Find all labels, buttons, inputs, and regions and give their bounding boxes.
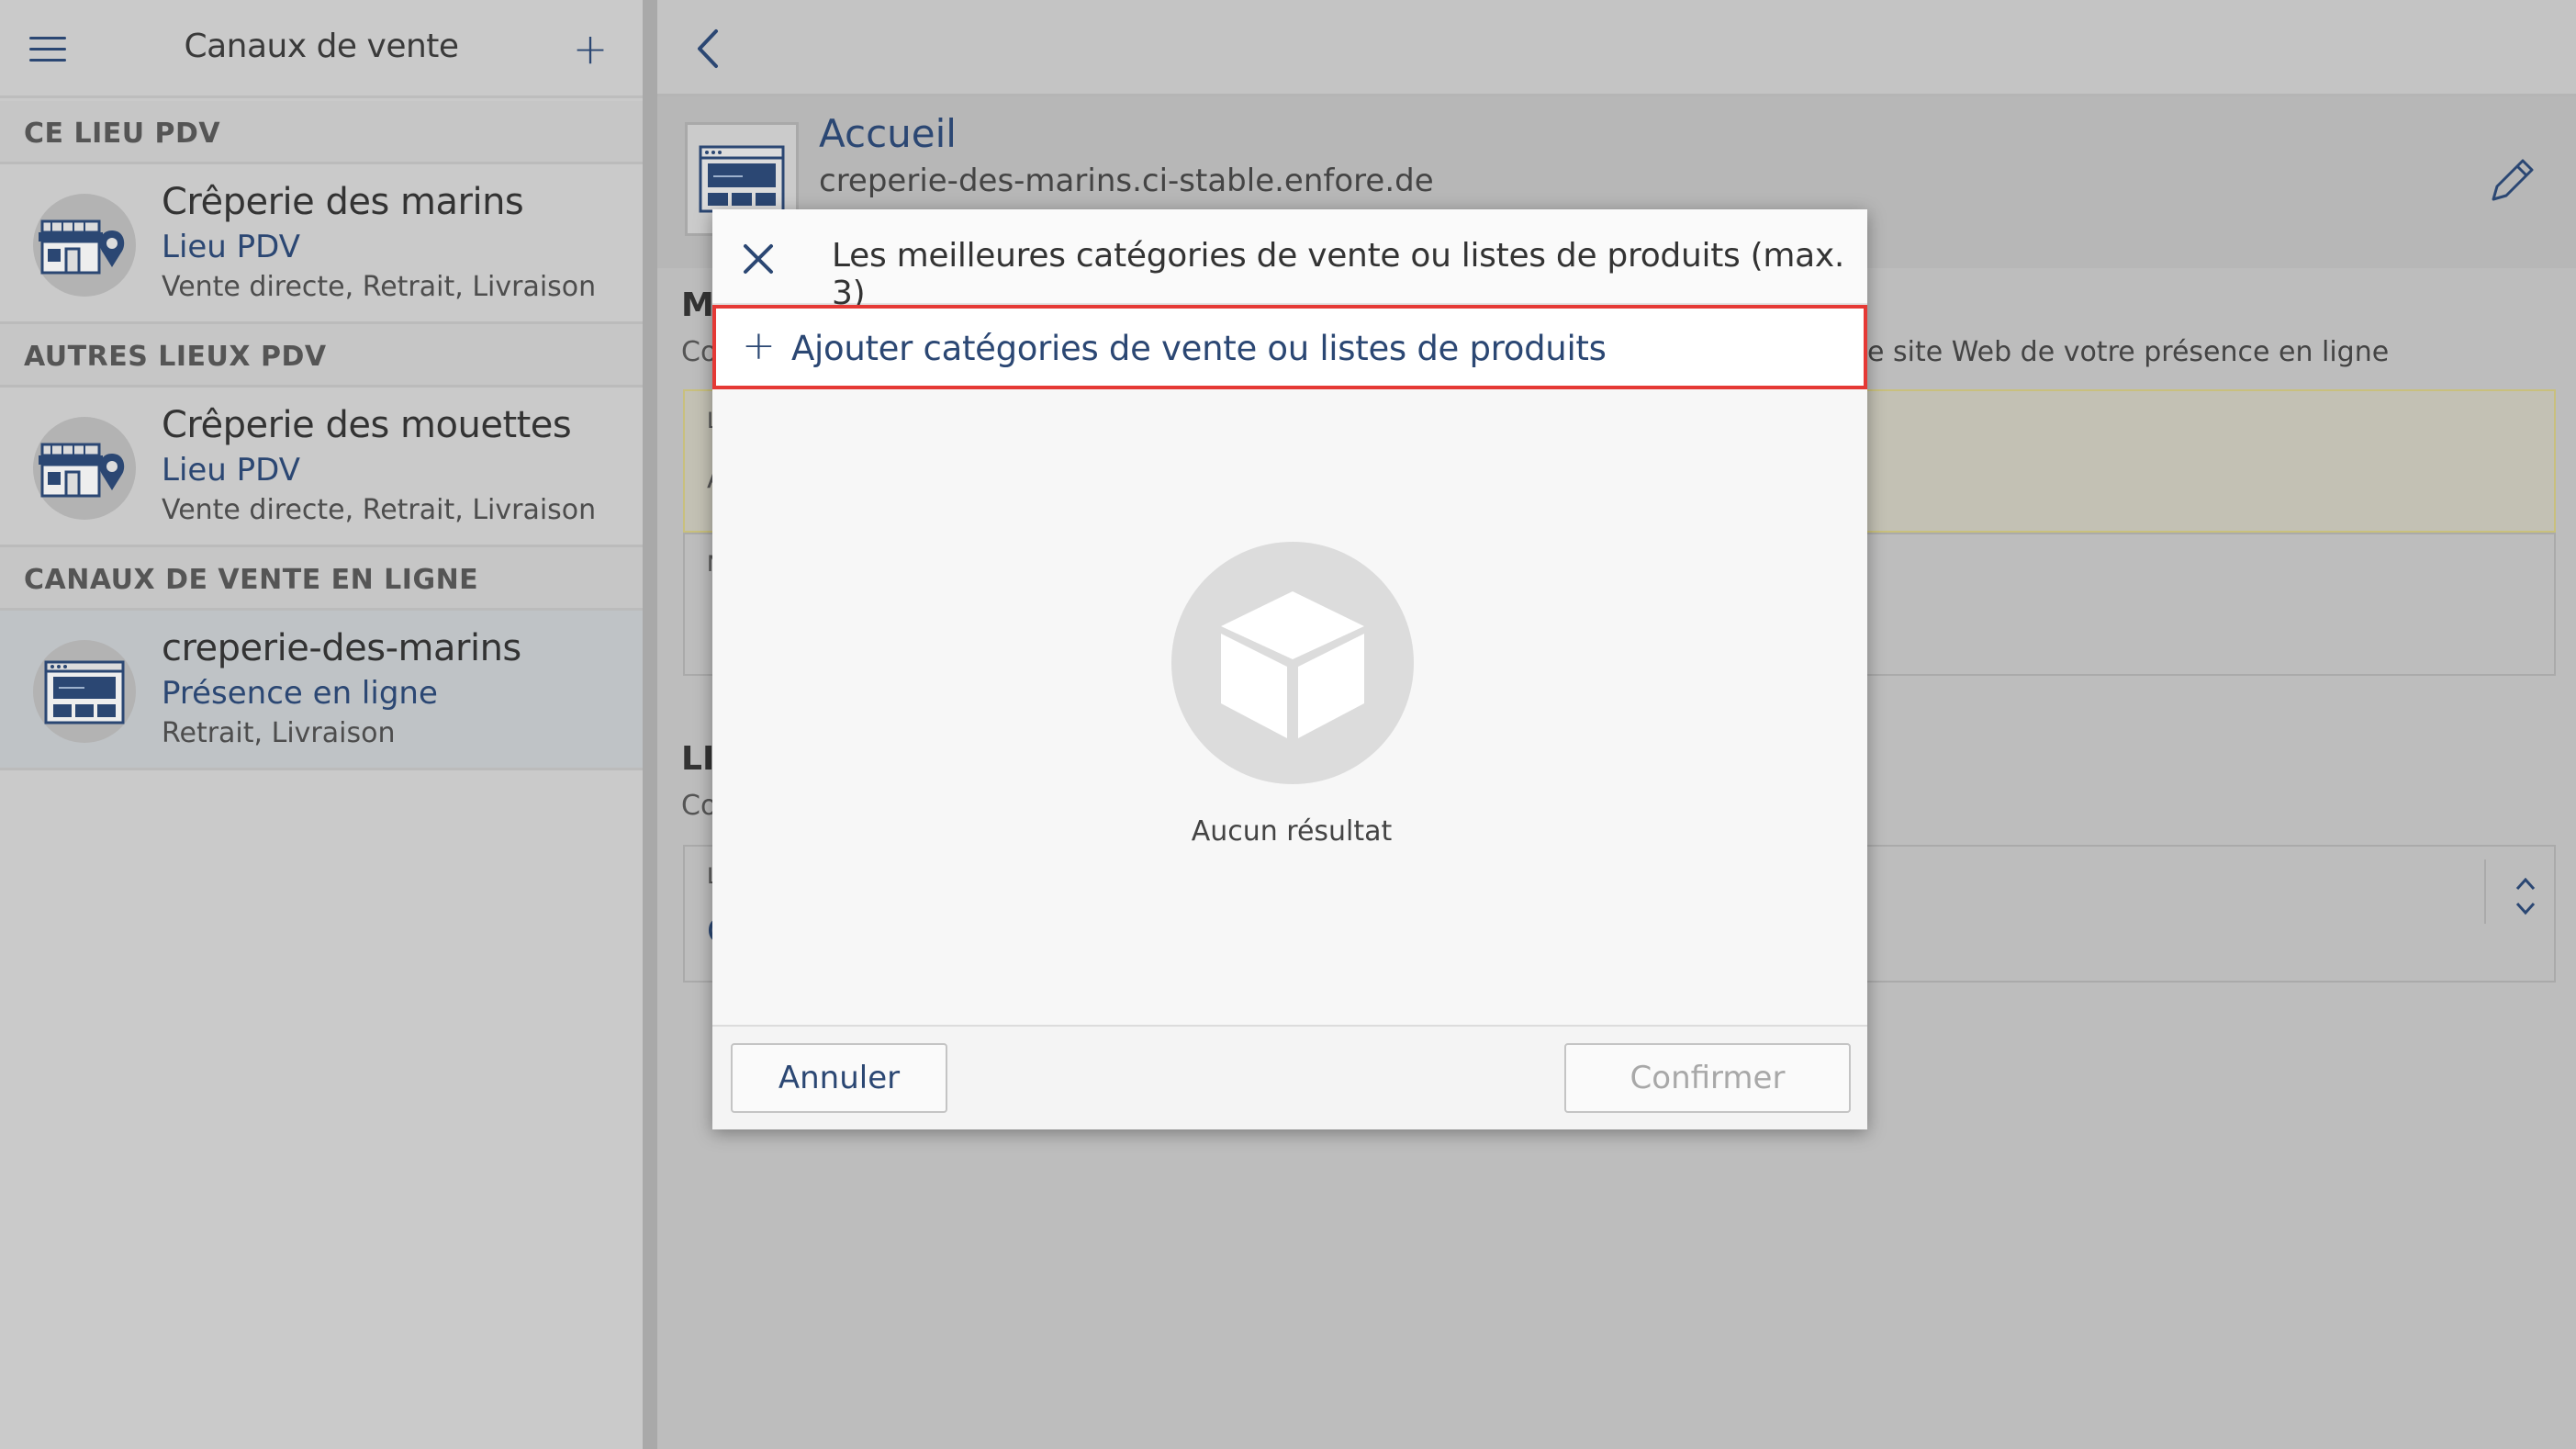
section-title: LI bbox=[681, 740, 715, 778]
select-divider bbox=[2484, 859, 2486, 924]
hamburger-menu-icon[interactable] bbox=[29, 35, 66, 64]
select-categories-dialog: Les meilleures catégories de vente ou li… bbox=[712, 209, 1867, 1129]
channel-name: Crêperie des mouettes bbox=[162, 404, 572, 446]
store-location-icon bbox=[33, 194, 136, 297]
back-arrow-icon[interactable] bbox=[690, 26, 727, 72]
channel-modes: Vente directe, Retrait, Livraison bbox=[162, 494, 597, 526]
store-location-icon bbox=[33, 417, 136, 520]
dialog-header: Les meilleures catégories de vente ou li… bbox=[712, 209, 1867, 312]
channel-type: Lieu PDV bbox=[162, 452, 301, 489]
chevron-up-down-icon[interactable] bbox=[2512, 871, 2539, 922]
channel-type: Lieu PDV bbox=[162, 229, 301, 265]
website-icon bbox=[33, 640, 136, 743]
channel-item[interactable]: Crêperie des marins Lieu PDV Vente direc… bbox=[0, 164, 643, 324]
section-header-online: CANAUX DE VENTE EN LIGNE bbox=[0, 547, 643, 611]
channel-type: Présence en ligne bbox=[162, 675, 438, 712]
channel-item[interactable]: Crêperie des mouettes Lieu PDV Vente dir… bbox=[0, 388, 643, 547]
close-icon[interactable] bbox=[740, 241, 777, 277]
dialog-title: Les meilleures catégories de vente ou li… bbox=[832, 237, 1845, 312]
page-url: creperie-des-marins.ci-stable.enfore.de bbox=[819, 163, 1434, 199]
section-header-other-pos: AUTRES LIEUX PDV bbox=[0, 324, 643, 388]
confirm-button[interactable]: Confirmer bbox=[1564, 1043, 1851, 1113]
plus-icon: + bbox=[742, 322, 776, 369]
pencil-edit-icon[interactable] bbox=[2484, 153, 2539, 208]
sidebar-title: Canaux de vente bbox=[184, 28, 459, 65]
sidebar-header: Canaux de vente + bbox=[0, 0, 643, 98]
channel-name: creperie-des-marins bbox=[162, 627, 521, 669]
channel-name: Crêperie des marins bbox=[162, 181, 524, 223]
pane-divider bbox=[643, 0, 657, 1449]
section-title: M bbox=[681, 286, 714, 324]
cancel-button[interactable]: Annuler bbox=[731, 1043, 947, 1113]
add-categories-button[interactable]: + Ajouter catégories de vente ou listes … bbox=[712, 305, 1867, 389]
add-channel-icon[interactable]: + bbox=[571, 26, 610, 72]
channel-modes: Retrait, Livraison bbox=[162, 717, 396, 749]
add-categories-label: Ajouter catégories de vente ou listes de… bbox=[791, 329, 1607, 368]
section-header-this-pos: CE LIEU PDV bbox=[0, 101, 643, 164]
page-title: Accueil bbox=[819, 111, 957, 156]
sidebar: Canaux de vente + CE LIEU PDV Crêperie d… bbox=[0, 0, 643, 1449]
section-description-continued: e site Web de votre présence en ligne bbox=[1867, 336, 2390, 368]
channel-modes: Vente directe, Retrait, Livraison bbox=[162, 271, 597, 303]
channel-item-selected[interactable]: creperie-des-marins Présence en ligne Re… bbox=[0, 611, 643, 770]
main-toolbar bbox=[657, 0, 2576, 96]
dialog-footer: Annuler Confirmer bbox=[712, 1025, 1867, 1129]
empty-box-icon bbox=[1171, 542, 1414, 784]
empty-state-text: Aucun résultat bbox=[1191, 815, 1393, 848]
